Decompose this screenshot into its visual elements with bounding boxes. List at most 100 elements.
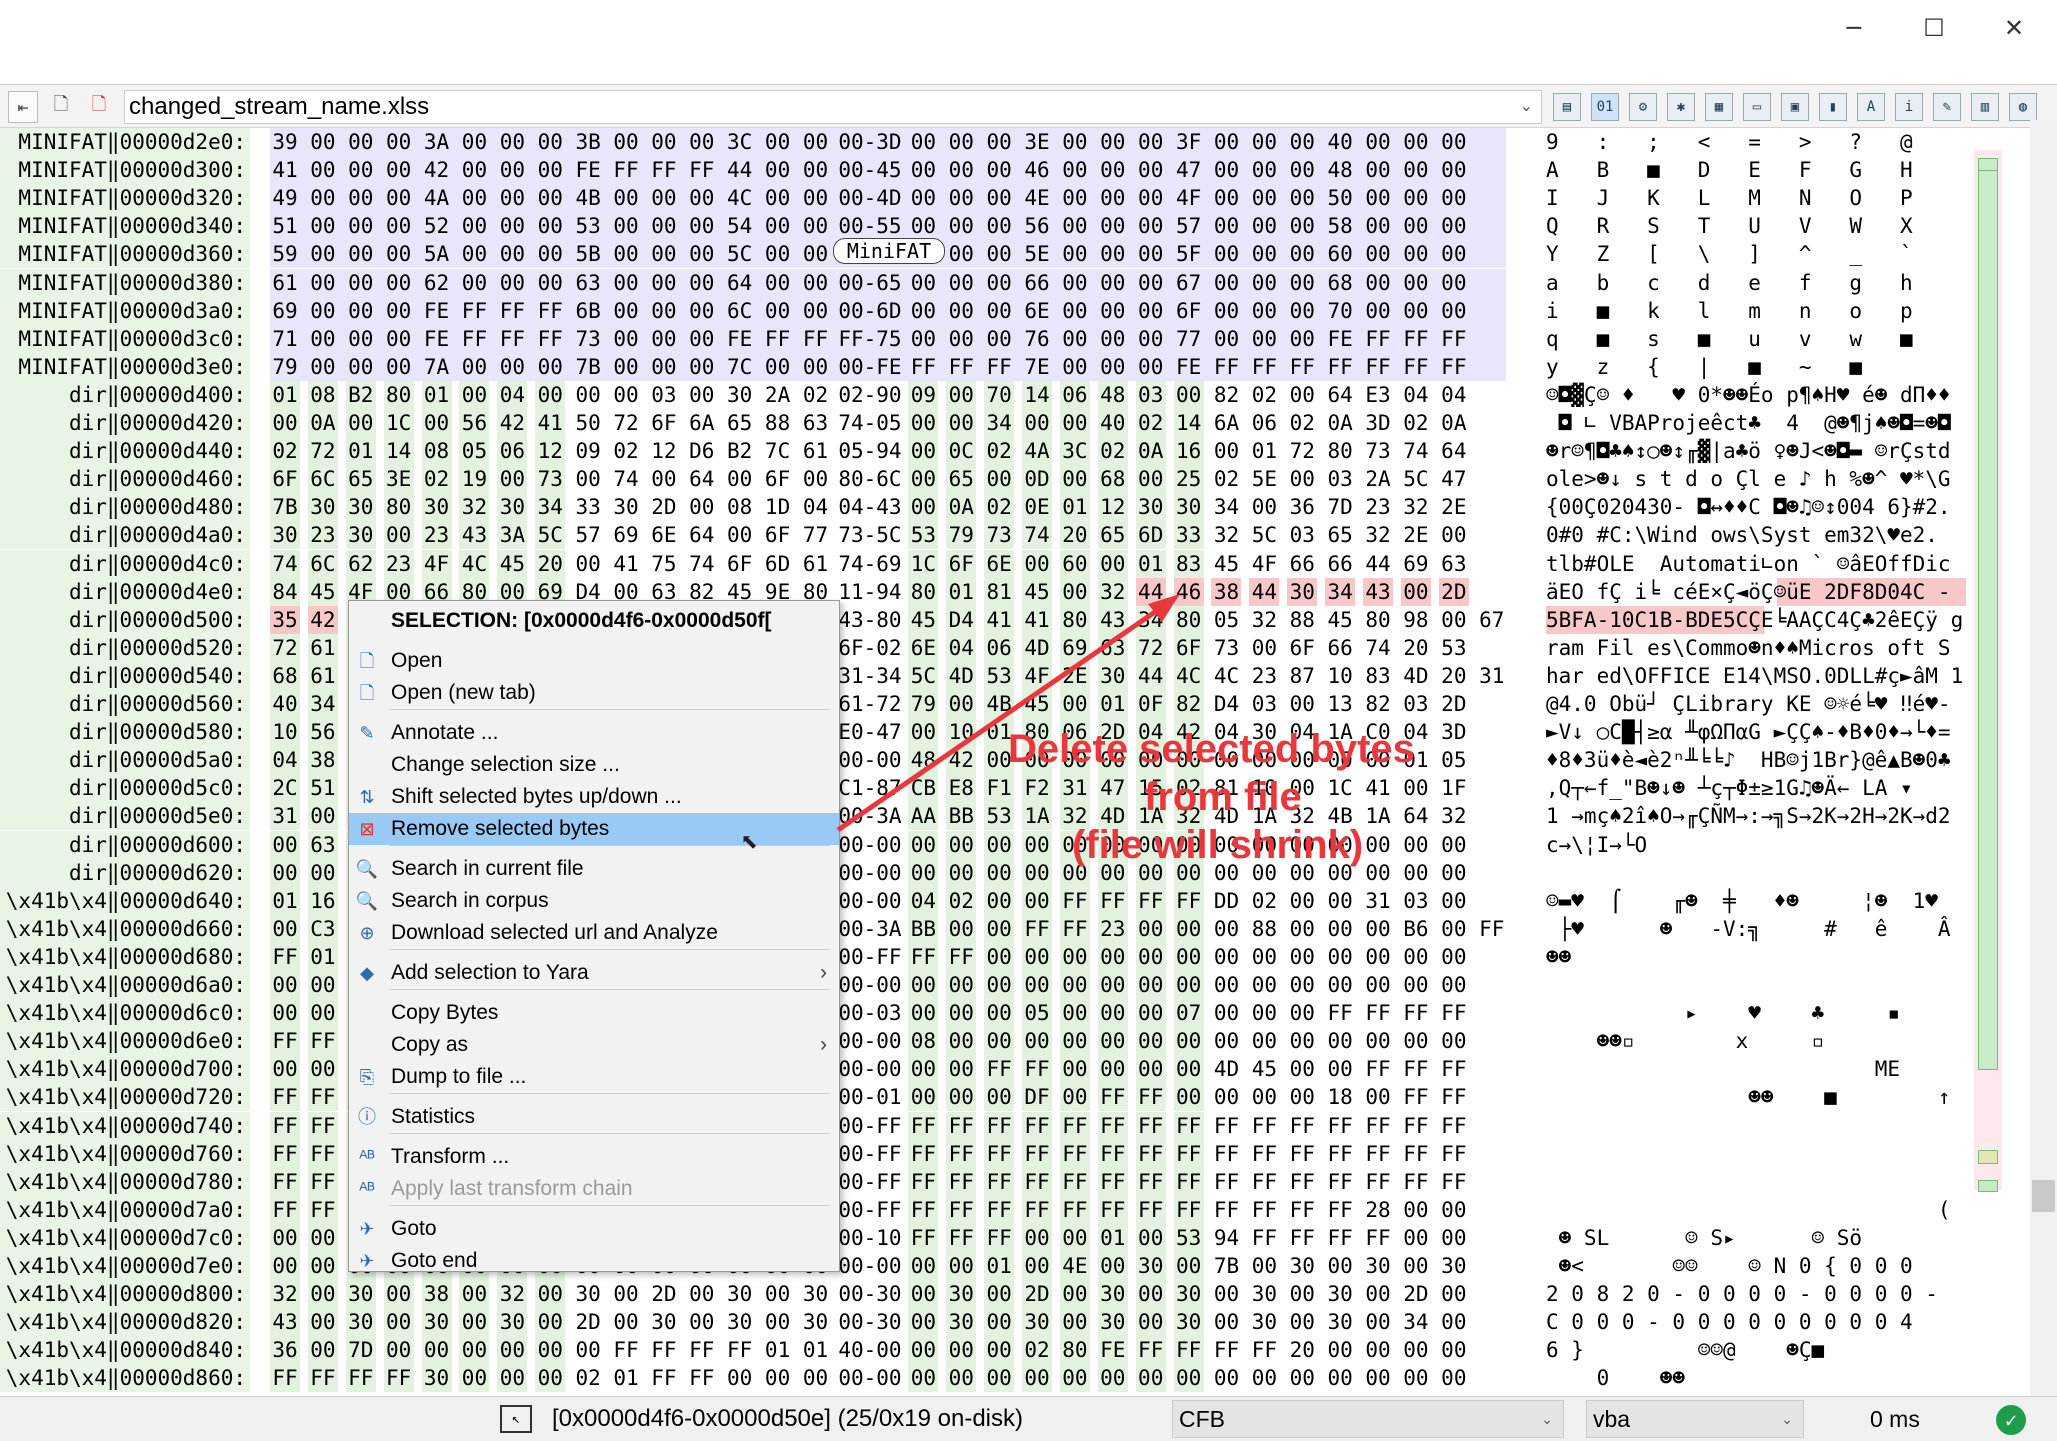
- hex-byte[interactable]: 45: [307, 577, 338, 606]
- hex-byte[interactable]: FF: [1173, 1336, 1204, 1365]
- hex-byte[interactable]: 14: [383, 437, 414, 466]
- hex-byte[interactable]: FF: [984, 1167, 1015, 1196]
- hex-byte[interactable]: 00: [1173, 1055, 1204, 1084]
- hex-byte[interactable]: 00: [908, 1364, 939, 1393]
- hex-byte[interactable]: 00: [1287, 184, 1317, 212]
- hex-byte[interactable]: 00: [1401, 943, 1431, 971]
- hex-byte[interactable]: 00: [687, 493, 717, 521]
- hex-byte[interactable]: 10: [946, 718, 977, 747]
- hex-byte[interactable]: 5E: [1022, 240, 1052, 268]
- hex-byte[interactable]: 2D: [1401, 1280, 1431, 1308]
- hex-byte[interactable]: 00: [1211, 1280, 1241, 1308]
- hex-byte[interactable]: 44: [1249, 577, 1280, 606]
- hex-byte[interactable]: 00: [1249, 269, 1279, 297]
- hex-byte[interactable]: 00: [1173, 914, 1204, 943]
- hex-byte[interactable]: 00: [497, 1364, 528, 1393]
- hex-byte[interactable]: 00: [687, 240, 717, 268]
- hex-byte[interactable]: 00: [1363, 156, 1393, 184]
- hex-byte[interactable]: 82: [1211, 381, 1241, 409]
- hex-byte[interactable]: 00: [1211, 437, 1241, 465]
- hex-bytes[interactable]: 30 23 30 00 23 43 3A 5C 57 69 6E 64 00 6F 77 73-5C 53 79 7…: [270, 521, 1506, 550]
- hex-byte[interactable]: 00: [649, 184, 679, 212]
- hex-byte[interactable]: 00: [984, 886, 1015, 915]
- hex-byte[interactable]: 2D: [649, 493, 679, 521]
- hex-byte[interactable]: 00: [611, 128, 641, 156]
- ascii-row[interactable]: 2 0 8 2 0 - 0 0 0 0 - 0 0 0 0 -: [1546, 1280, 1966, 1308]
- hex-byte[interactable]: FE: [422, 325, 452, 353]
- hex-byte[interactable]: 00: [1060, 325, 1090, 353]
- hex-byte[interactable]: 31: [1363, 887, 1393, 915]
- hex-byte[interactable]: 00-00: [838, 1252, 901, 1280]
- hex-byte[interactable]: 73-5C: [838, 521, 901, 549]
- settings-icon[interactable]: ✱: [1667, 93, 1695, 121]
- hex-byte[interactable]: 5E: [1249, 465, 1279, 493]
- hex-byte[interactable]: 32: [497, 1280, 528, 1309]
- hex-byte[interactable]: 3E: [383, 465, 414, 494]
- menu-item-search-in-current-file[interactable]: 🔍 Search in current file: [349, 853, 839, 885]
- hex-byte[interactable]: 6F: [763, 465, 793, 493]
- hex-byte[interactable]: 00: [984, 240, 1014, 268]
- hex-byte[interactable]: 00-3A: [838, 915, 901, 943]
- hex-byte[interactable]: 00-45: [838, 156, 901, 184]
- hex-byte[interactable]: FF: [984, 1111, 1015, 1140]
- hex-byte[interactable]: 00: [1098, 325, 1128, 353]
- hex-byte[interactable]: 00: [908, 1055, 939, 1084]
- hex-byte[interactable]: 40: [1325, 128, 1355, 156]
- hex-byte[interactable]: FF: [1097, 886, 1128, 915]
- hex-byte[interactable]: 00: [1059, 942, 1090, 971]
- hex-byte[interactable]: 47: [1097, 774, 1128, 803]
- hex-byte[interactable]: 2D: [573, 1308, 603, 1336]
- hex-byte[interactable]: 5C: [535, 521, 566, 550]
- hex-byte[interactable]: 32: [1211, 521, 1241, 549]
- hex-byte[interactable]: F1: [984, 774, 1015, 803]
- menu-item-open[interactable]: 🗋 Open: [349, 645, 839, 677]
- hex-byte[interactable]: 00: [1022, 1027, 1053, 1056]
- hex-byte[interactable]: FF: [307, 1364, 338, 1393]
- hex-byte[interactable]: 41: [1022, 605, 1053, 634]
- hex-byte[interactable]: FF: [984, 1223, 1015, 1252]
- hex-byte[interactable]: 6C: [725, 297, 755, 325]
- hex-byte[interactable]: 00: [1401, 1336, 1431, 1364]
- hex-byte[interactable]: FF: [1135, 1083, 1166, 1112]
- hex-byte[interactable]: 19: [459, 465, 490, 494]
- hex-byte[interactable]: 4F: [1249, 550, 1279, 578]
- hex-byte[interactable]: 42: [422, 156, 452, 184]
- hex-byte[interactable]: 00: [346, 325, 376, 353]
- hex-bytes[interactable]: 32 00 30 00 38 00 32 00 30 00 2D 00 30 00 30 00-30 00 30 0…: [270, 1280, 1506, 1309]
- hex-byte[interactable]: 70: [1325, 297, 1355, 325]
- minimap-viewport[interactable]: [1978, 170, 1998, 1070]
- hex-byte[interactable]: 7E: [1022, 353, 1052, 381]
- hex-byte[interactable]: 00: [725, 465, 755, 493]
- hex-bytes[interactable]: 79 00 00 00 7A 00 00 00 7B 00 00 00 7C 00 00 00-FE FF FF F…: [270, 352, 1506, 381]
- hex-byte[interactable]: 00: [687, 212, 717, 240]
- hex-byte[interactable]: 00: [1401, 297, 1431, 325]
- hex-byte[interactable]: FF: [1249, 353, 1279, 381]
- hex-byte[interactable]: 00: [1287, 887, 1317, 915]
- hex-byte[interactable]: 41: [535, 409, 566, 437]
- hex-byte[interactable]: 3A: [422, 128, 452, 156]
- hex-byte[interactable]: 64: [1401, 802, 1431, 830]
- hex-byte[interactable]: FF: [535, 297, 565, 325]
- hex-byte[interactable]: CB: [908, 774, 939, 803]
- hex-byte[interactable]: 79: [270, 353, 300, 381]
- hex-byte[interactable]: FF: [270, 1364, 300, 1393]
- hex-byte[interactable]: 00: [1249, 1252, 1279, 1280]
- hex-byte[interactable]: FF: [1097, 1111, 1128, 1140]
- hex-row[interactable]: dir‖00000d480: 7B 30 30 80 30 32 30 34 33 30 2D 00 08…: [0, 493, 1510, 522]
- hex-byte[interactable]: 0E: [1022, 493, 1053, 522]
- hex-byte[interactable]: 00: [1439, 156, 1469, 184]
- hex-byte[interactable]: 00: [346, 156, 376, 184]
- hex-byte[interactable]: 60: [1059, 549, 1090, 578]
- hex-byte[interactable]: 00: [497, 184, 527, 212]
- hex-byte[interactable]: 00: [984, 830, 1015, 859]
- hex-byte[interactable]: 00: [1401, 831, 1431, 859]
- hex-byte[interactable]: FF: [1211, 1168, 1241, 1196]
- hex-byte[interactable]: 00: [1287, 128, 1317, 156]
- hex-byte[interactable]: 6E: [984, 549, 1015, 578]
- hex-byte[interactable]: 05-94: [838, 437, 901, 465]
- hex-byte[interactable]: 87: [1287, 662, 1317, 690]
- hex-byte[interactable]: 4D: [1022, 633, 1053, 662]
- hex-byte[interactable]: 00: [1173, 1364, 1204, 1393]
- hex-byte[interactable]: 00: [763, 1308, 793, 1336]
- hex-byte[interactable]: FF: [1439, 1168, 1469, 1196]
